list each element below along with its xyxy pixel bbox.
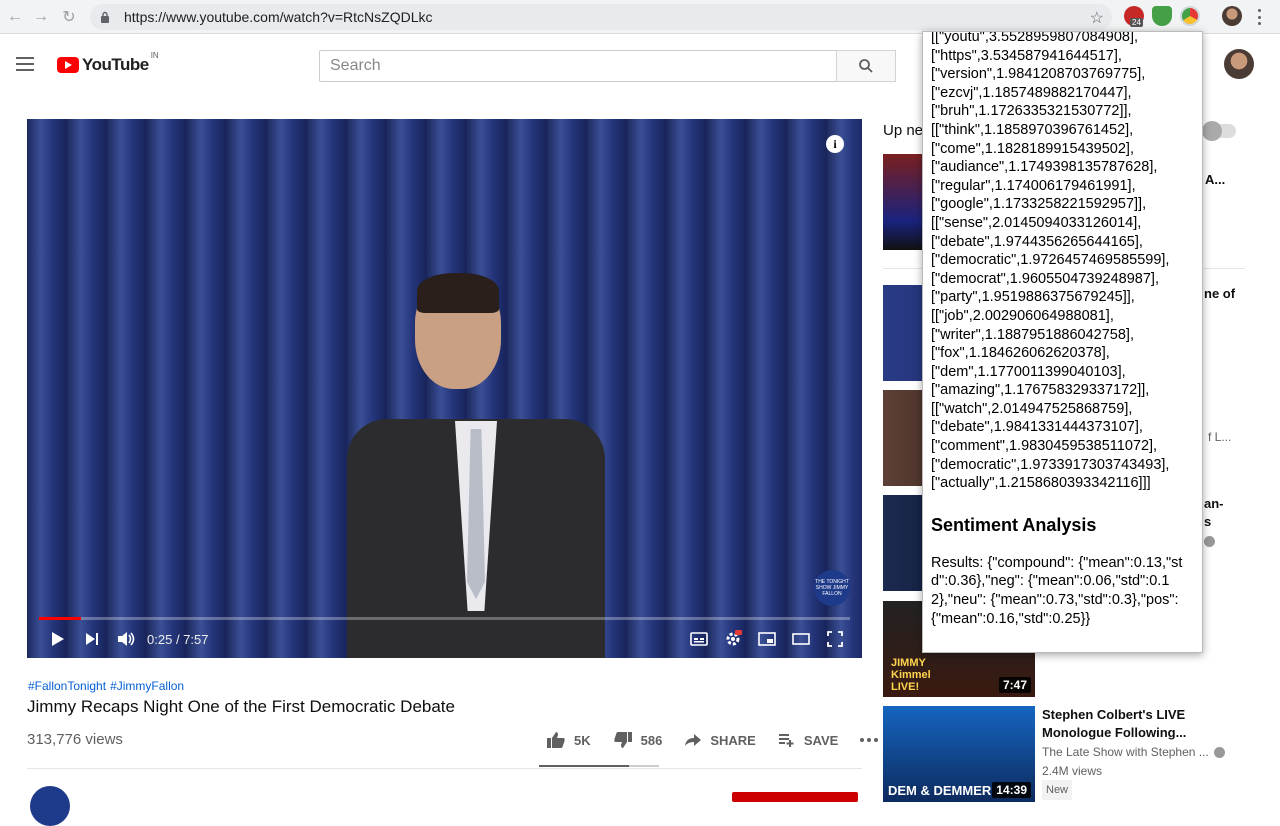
channel-avatar[interactable] (30, 786, 70, 826)
duration: 7:57 (183, 631, 209, 647)
channel-watermark[interactable]: THE TONIGHT SHOW JIMMY FALLON (814, 570, 850, 606)
subtitles-icon (690, 632, 708, 646)
time-display: 0:25 / 7:57 (147, 632, 208, 647)
save-label: SAVE (803, 732, 839, 748)
video-title: Jimmy Recaps Night One of the First Demo… (27, 697, 455, 716)
browser-toolbar: ← → ↻ https://www.youtube.com/watch?v=Rt… (0, 0, 1280, 34)
menu-icon[interactable] (16, 57, 34, 71)
rec-title[interactable]: Stephen Colbert's LIVE Monologue Followi… (1042, 706, 1242, 742)
url-text: https://www.youtube.com/watch?v=RtcNsZQD… (124, 9, 433, 25)
theater-mode-button[interactable] (784, 620, 818, 658)
extension-popup: [["youtu",3.5528959807084908], ["https",… (922, 31, 1203, 653)
search-input[interactable]: Search (319, 50, 837, 82)
verified-icon (1214, 747, 1226, 759)
dislike-button[interactable]: 586 (613, 731, 663, 749)
reload-button[interactable]: ↻ (56, 4, 82, 30)
search-icon (859, 59, 873, 73)
duration-badge: 7:47 (998, 677, 1031, 693)
volume-icon (118, 632, 135, 646)
divider (27, 768, 862, 769)
fullscreen-icon (827, 631, 843, 647)
video-player[interactable]: i THE TONIGHT SHOW JIMMY FALLON 0:25 / 7… (27, 119, 862, 658)
share-icon (685, 734, 702, 746)
hashtags: #FallonTonight #JimmyFallon (28, 679, 188, 693)
player-controls: 0:25 / 7:57 (27, 620, 862, 658)
back-button[interactable]: ← (2, 4, 28, 30)
hashtag-link[interactable]: #FallonTonight (28, 679, 106, 693)
skip-next-icon (86, 633, 98, 645)
save-button[interactable]: SAVE (778, 733, 838, 748)
rec-views: 2.4M views (1042, 764, 1103, 778)
miniplayer-icon (758, 632, 776, 646)
like-ratio-bar (539, 765, 659, 767)
like-button[interactable]: 5K (546, 731, 591, 749)
shield-extension-icon[interactable] (1152, 6, 1172, 26)
rec-title[interactable]: an- s (1204, 495, 1224, 531)
verified-icon (1204, 536, 1215, 547)
video-actions: 5K 586 SHARE SAVE (546, 731, 908, 749)
adblock-count-badge: 24 (1130, 18, 1143, 27)
thumbnail-text: DEM & DEMMER (888, 783, 992, 798)
gear-icon (726, 630, 742, 646)
volume-button[interactable] (109, 620, 143, 658)
dislike-count: 586 (640, 732, 663, 748)
keyword-scores: [["youtu",3.5528959807084908], ["https",… (931, 31, 1170, 492)
lock-icon (100, 10, 114, 24)
autoplay-toggle[interactable] (1202, 121, 1236, 141)
thumbnail-text: JIMMY Kimmel LIVE! (891, 657, 931, 693)
new-badge-wrap: New (1042, 780, 1073, 800)
share-label: SHARE (710, 732, 756, 748)
miniplayer-button[interactable] (750, 620, 784, 658)
video-frame-host (347, 273, 607, 658)
sentiment-extension-icon[interactable] (1180, 6, 1200, 26)
new-badge: New (1042, 780, 1073, 800)
search-placeholder: Search (330, 57, 381, 74)
rec-thumbnail[interactable]: DEM & DEMMER 14:39 (883, 706, 1035, 802)
playlist-add-icon (778, 734, 794, 747)
play-button[interactable] (41, 620, 75, 658)
more-horiz-icon (860, 738, 879, 742)
rec-channel[interactable]: The Late Show with Stephen ... (1042, 743, 1242, 761)
thumbs-down-icon (613, 732, 632, 748)
play-icon (52, 632, 64, 646)
hashtag-link[interactable]: #JimmyFallon (110, 679, 184, 693)
account-avatar[interactable] (1224, 49, 1254, 79)
region-code: IN (150, 51, 159, 60)
view-count: 313,776 views (27, 731, 123, 748)
youtube-play-icon (57, 57, 79, 73)
search-button[interactable] (836, 50, 896, 82)
duration-badge: 14:39 (992, 782, 1031, 798)
forward-button[interactable]: → (28, 4, 54, 30)
current-time: 0:25 (147, 631, 173, 647)
rec-title[interactable]: ne of (1204, 285, 1235, 303)
player-controls-right (682, 620, 852, 658)
like-count: 5K (574, 732, 591, 748)
browser-menu-icon[interactable] (1258, 9, 1262, 25)
rec-channel-name: The Late Show with Stephen ... (1042, 745, 1209, 759)
thumbs-up-icon (547, 732, 565, 748)
settings-button[interactable] (716, 620, 750, 658)
sentiment-heading: Sentiment Analysis (931, 514, 1097, 535)
rec-title[interactable]: A... (1205, 171, 1225, 189)
next-button[interactable] (75, 620, 109, 658)
logo-text: YouTube (82, 55, 149, 74)
subscribe-button[interactable] (732, 792, 858, 802)
theater-icon (792, 633, 810, 645)
adblock-extension-icon[interactable]: 24 (1124, 6, 1144, 27)
fullscreen-button[interactable] (818, 620, 852, 658)
profile-avatar-icon[interactable] (1222, 6, 1242, 26)
youtube-logo[interactable]: YouTube IN (57, 51, 159, 75)
share-button[interactable]: SHARE (684, 733, 756, 748)
address-bar[interactable]: https://www.youtube.com/watch?v=RtcNsZQD… (90, 4, 1112, 30)
captions-button[interactable] (682, 620, 716, 658)
sentiment-results: Results: {"compound": {"mean":0.13,"std"… (931, 554, 1183, 627)
info-icon[interactable]: i (826, 135, 844, 153)
bookmark-star-icon[interactable]: ☆ (1090, 8, 1104, 28)
rec-title[interactable]: f L... (1208, 428, 1231, 446)
